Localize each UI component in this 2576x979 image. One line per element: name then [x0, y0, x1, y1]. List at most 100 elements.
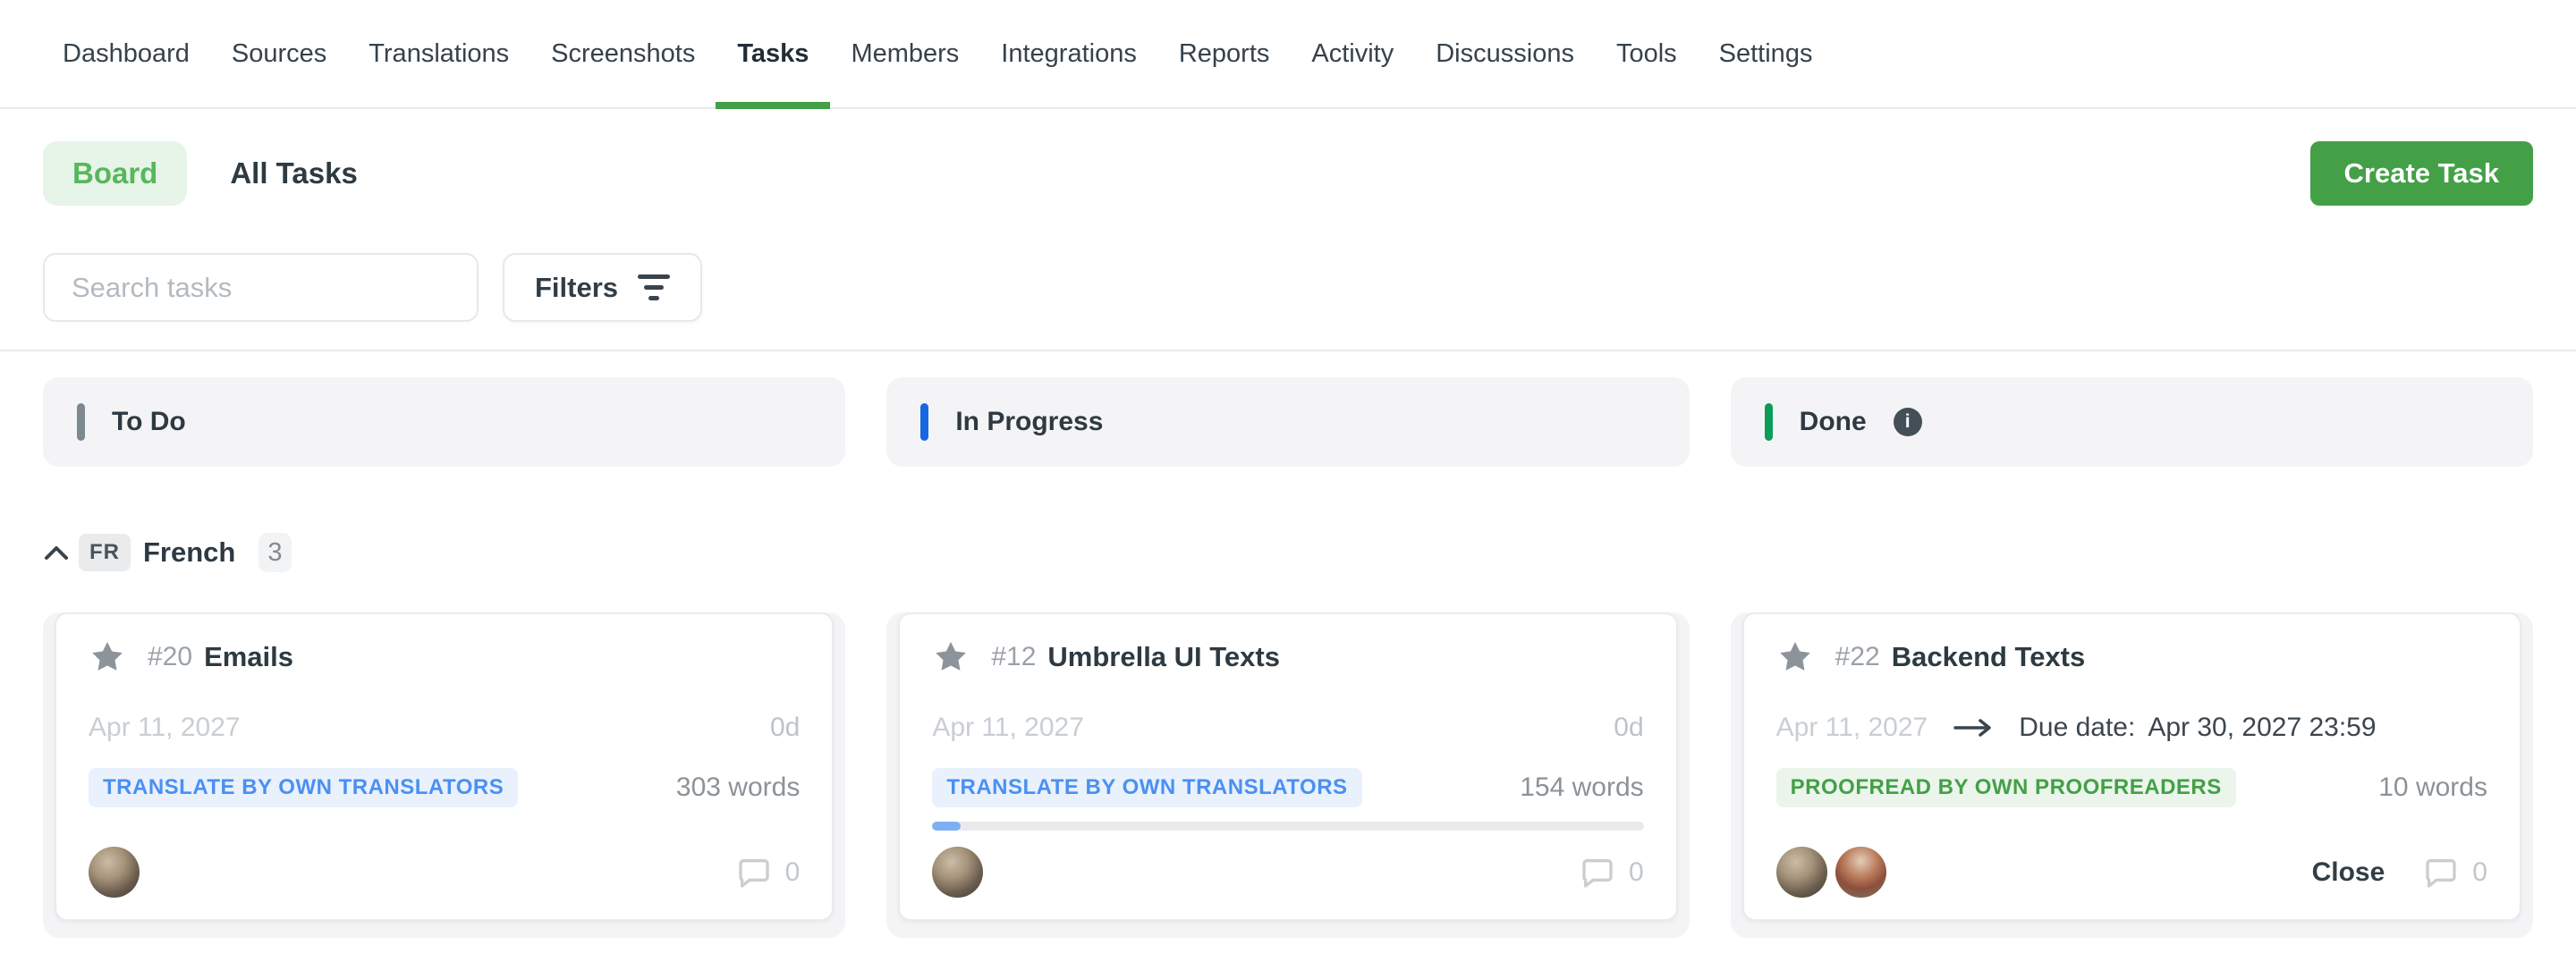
- arrow-right-icon: [1953, 717, 1994, 738]
- language-code-badge: FR: [79, 534, 131, 571]
- task-number: #20: [148, 642, 192, 672]
- lane-todo: #20 Emails Apr 11, 2027 0d TRANSLATE BY …: [43, 612, 845, 938]
- tab-board[interactable]: Board: [43, 141, 187, 206]
- task-card-20[interactable]: #20 Emails Apr 11, 2027 0d TRANSLATE BY …: [55, 612, 834, 921]
- card-title-row: #12 Umbrella UI Texts: [932, 639, 1643, 675]
- nav-item-settings[interactable]: Settings: [1719, 0, 1813, 107]
- lane-in-progress: #12 Umbrella UI Texts Apr 11, 2027 0d TR…: [886, 612, 1689, 938]
- create-task-button[interactable]: Create Task: [2310, 141, 2533, 206]
- due-date-value: Apr 30, 2027 23:59: [2148, 713, 2376, 743]
- nav-item-translations[interactable]: Translations: [369, 0, 509, 107]
- word-count: 303 words: [676, 772, 800, 803]
- card-badge-row: TRANSLATE BY OWN TRANSLATORS 154 words: [932, 768, 1643, 807]
- nav-item-integrations[interactable]: Integrations: [1001, 0, 1137, 107]
- comment-icon: [2422, 855, 2460, 890]
- task-title: Umbrella UI Texts: [1047, 641, 1280, 673]
- in-progress-color-bar: [920, 403, 928, 441]
- info-icon[interactable]: [1894, 408, 1922, 436]
- column-label-todo: To Do: [112, 407, 186, 437]
- filters-button-label: Filters: [535, 272, 618, 304]
- task-count-badge: 3: [258, 533, 291, 572]
- avatar: [1776, 847, 1827, 898]
- column-label-in-progress: In Progress: [955, 407, 1103, 437]
- nav-item-reports[interactable]: Reports: [1179, 0, 1270, 107]
- search-input[interactable]: [43, 253, 479, 322]
- nav-item-activity[interactable]: Activity: [1311, 0, 1394, 107]
- task-type-badge: PROOFREAD BY OWN PROOFREADERS: [1776, 768, 2236, 807]
- column-label-done: Done: [1800, 407, 1867, 437]
- nav-item-tasks[interactable]: Tasks: [737, 0, 809, 107]
- nav-item-members[interactable]: Members: [851, 0, 959, 107]
- close-task-button[interactable]: Close: [2312, 857, 2385, 888]
- column-header-todo: To Do: [43, 377, 845, 467]
- card-title-row: #22 Backend Texts: [1776, 639, 2487, 675]
- avatar: [1835, 847, 1886, 898]
- comment-count: 0: [1629, 857, 1644, 888]
- todo-color-bar: [77, 403, 85, 441]
- column-header-done: Done: [1731, 377, 2533, 467]
- avatar: [89, 847, 140, 898]
- assignee-avatars: [89, 847, 140, 898]
- start-date: Apr 11, 2027: [1776, 713, 1928, 743]
- nav-item-sources[interactable]: Sources: [232, 0, 326, 107]
- comment-count: 0: [2472, 857, 2487, 888]
- card-footer: 0: [89, 847, 800, 898]
- nav-item-screenshots[interactable]: Screenshots: [551, 0, 695, 107]
- comments-indicator[interactable]: 0: [2422, 855, 2487, 890]
- card-badge-row: TRANSLATE BY OWN TRANSLATORS 303 words: [89, 768, 800, 807]
- due-date-label: Due date:: [2019, 713, 2135, 743]
- nav-item-tools[interactable]: Tools: [1616, 0, 1677, 107]
- progress-fill: [932, 822, 961, 831]
- star-icon[interactable]: [932, 639, 970, 675]
- task-card-22[interactable]: #22 Backend Texts Apr 11, 2027 Due date:…: [1742, 612, 2521, 921]
- top-navigation: Dashboard Sources Translations Screensho…: [0, 0, 2576, 109]
- start-date: Apr 11, 2027: [932, 713, 1084, 743]
- board-column-headers: To Do In Progress Done: [0, 377, 2576, 467]
- task-type-badge: TRANSLATE BY OWN TRANSLATORS: [932, 768, 1361, 807]
- nav-item-dashboard[interactable]: Dashboard: [63, 0, 190, 107]
- card-meta-row: Apr 11, 2027 0d: [89, 713, 800, 743]
- start-date: Apr 11, 2027: [89, 713, 241, 743]
- divider: [0, 350, 2576, 351]
- task-type-badge: TRANSLATE BY OWN TRANSLATORS: [89, 768, 518, 807]
- filters-button[interactable]: Filters: [503, 253, 702, 322]
- card-badge-row: PROOFREAD BY OWN PROOFREADERS 10 words: [1776, 768, 2487, 807]
- comment-count: 0: [785, 857, 801, 888]
- comments-indicator[interactable]: 0: [735, 855, 801, 890]
- comment-icon: [735, 855, 773, 890]
- duration: 0d: [1614, 713, 1643, 743]
- language-group-header: FR French 3: [0, 533, 2576, 572]
- board: #20 Emails Apr 11, 2027 0d TRANSLATE BY …: [0, 612, 2576, 938]
- assignee-avatars: [1776, 847, 1886, 898]
- card-meta-row: Apr 11, 2027 0d: [932, 713, 1643, 743]
- search-toolbar: Filters: [0, 253, 2576, 322]
- task-card-12[interactable]: #12 Umbrella UI Texts Apr 11, 2027 0d TR…: [898, 612, 1677, 921]
- card-footer: Close 0: [1776, 847, 2487, 898]
- card-footer: 0: [932, 847, 1643, 898]
- star-icon[interactable]: [89, 639, 126, 675]
- comments-indicator[interactable]: 0: [1579, 855, 1644, 890]
- duration: 0d: [770, 713, 800, 743]
- word-count: 154 words: [1520, 772, 1643, 803]
- card-title-row: #20 Emails: [89, 639, 800, 675]
- done-color-bar: [1765, 403, 1773, 441]
- task-title: Emails: [204, 641, 293, 673]
- progress-bar: [932, 822, 1643, 831]
- language-name-label: French: [143, 536, 235, 569]
- tab-all-tasks[interactable]: All Tasks: [230, 156, 357, 190]
- column-header-in-progress: In Progress: [886, 377, 1689, 467]
- comment-icon: [1579, 855, 1616, 890]
- star-icon[interactable]: [1776, 639, 1814, 675]
- task-title: Backend Texts: [1892, 641, 2086, 673]
- word-count: 10 words: [2378, 772, 2487, 803]
- chevron-up-icon[interactable]: [43, 544, 70, 561]
- nav-item-discussions[interactable]: Discussions: [1436, 0, 1574, 107]
- avatar: [932, 847, 983, 898]
- filter-icon: [638, 274, 670, 300]
- lane-done: #22 Backend Texts Apr 11, 2027 Due date:…: [1731, 612, 2533, 938]
- task-number: #22: [1835, 642, 1880, 672]
- task-number: #12: [991, 642, 1036, 672]
- assignee-avatars: [932, 847, 983, 898]
- view-toolbar: Board All Tasks Create Task: [0, 141, 2576, 206]
- card-meta-row: Apr 11, 2027 Due date: Apr 30, 2027 23:5…: [1776, 713, 2487, 743]
